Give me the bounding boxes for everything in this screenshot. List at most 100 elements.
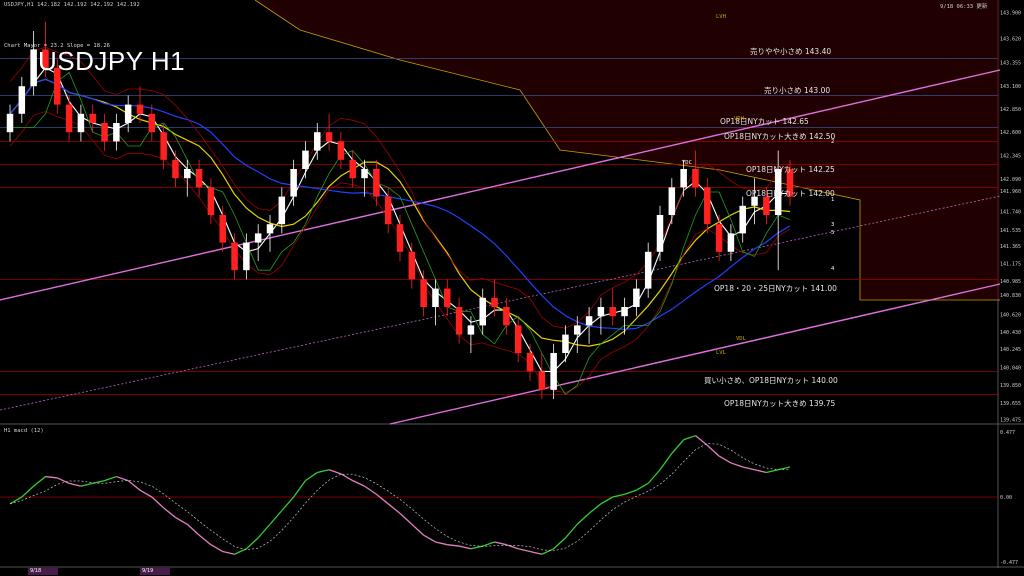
candle-body-20 [243, 242, 250, 271]
candle-body-2 [30, 49, 37, 87]
candle-body-24 [290, 169, 297, 197]
y-tick-7: 142.090 [1000, 177, 1021, 183]
candle-body-39 [467, 325, 475, 335]
candle-body-1 [18, 86, 26, 114]
candle-body-18 [219, 215, 226, 243]
macd-seg-62 [730, 462, 743, 468]
price-chart: 143.900 143.620 143.355 143.100 142.850 142.6… [0, 0, 1024, 568]
candle-body-7 [89, 113, 96, 123]
candle-body-61 [727, 233, 735, 252]
candle-body-32 [384, 196, 392, 225]
macd-seg-19 [222, 550, 235, 555]
candle-body-29 [349, 159, 356, 179]
y-tick-13: 140.985 [1000, 279, 1021, 285]
macd-seg-60 [706, 444, 720, 457]
macd-seg-42 [494, 541, 507, 546]
time-tab-1[interactable]: 9/18 [28, 568, 58, 575]
y-tick-20: 139.655 [1000, 401, 1021, 407]
macd-seg-14 [163, 507, 176, 518]
macd-seg-37 [435, 541, 448, 546]
candle-body-6 [77, 113, 85, 133]
macd-seg-9 [104, 475, 117, 482]
y-tick-12: 141.175 [1000, 261, 1021, 267]
y-tick-5: 142.600 [1000, 130, 1021, 136]
level-label-1: 売り小さめ 143.00 [764, 86, 831, 95]
wave-num-5: 5 [831, 230, 835, 236]
candle-body-12 [148, 113, 156, 133]
candle-body-17 [207, 187, 215, 215]
macd-seg-30 [352, 480, 365, 487]
level-label-8: OP18日NYカット大きめ 139.75 [724, 399, 836, 408]
macd-seg-1 [9, 496, 23, 505]
macd-y-tick-1: 0.00 [1000, 495, 1012, 501]
chart-title: USDJPY H1 [38, 46, 186, 76]
macd-seg-49 [576, 512, 590, 525]
y-tick-1: 143.620 [1000, 36, 1021, 42]
candle-body-10 [124, 104, 132, 123]
macd-seg-12 [139, 489, 153, 498]
macd-seg-57 [671, 439, 685, 454]
time-tab-2[interactable]: 9/19 [140, 568, 170, 575]
y-tick-16: 140.430 [1000, 330, 1021, 336]
macd-seg-29 [340, 473, 354, 482]
lvh-marker: LVH [716, 14, 726, 20]
y-tick-9: 141.740 [1000, 209, 1021, 215]
candle-body-52 [621, 307, 628, 317]
macd-seg-10 [116, 475, 129, 482]
macd-seg-27 [317, 469, 330, 474]
macd-y-tick-0: 0.477 [1000, 430, 1015, 436]
macd-seg-53 [624, 489, 637, 495]
ichimoku-cloud [255, 0, 1000, 300]
macd-seg-61 [718, 455, 732, 464]
timestamp: 9/18 06:33 更新 [940, 4, 988, 10]
candle-body-56 [668, 187, 676, 215]
macd-seg-4 [45, 475, 58, 479]
candle-body-5 [65, 104, 73, 133]
ydc-marker: YDC [682, 160, 692, 166]
level-label-3: OP18日NYカット大きめ 142.50 [724, 132, 836, 141]
macd-seg-34 [399, 512, 413, 525]
wave-num-3: 3 [831, 222, 835, 228]
candle-body-15 [184, 169, 191, 179]
candle-body-21 [254, 233, 262, 243]
candle-body-16 [195, 169, 203, 188]
y-tick-10: 141.535 [1000, 228, 1021, 234]
macd-seg-17 [198, 534, 212, 546]
macd-seg-64 [754, 469, 767, 474]
y-tick-19: 139.850 [1000, 383, 1021, 389]
y-tick-14: 140.830 [1000, 293, 1021, 299]
macd-seg-51 [600, 496, 614, 505]
level-label-0: 売りやや小さめ 143.40 [750, 47, 832, 56]
macd-seg-56 [659, 453, 673, 471]
candle-body-19 [231, 242, 238, 271]
macd-seg-36 [423, 534, 436, 543]
candle-body-9 [113, 123, 120, 142]
candle-body-38 [455, 307, 463, 335]
candle-body-8 [101, 123, 108, 142]
y-tick-15: 140.620 [1000, 312, 1021, 318]
candle-body-36 [432, 288, 439, 307]
candle-body-0 [6, 113, 14, 133]
candle-body-49 [585, 316, 593, 326]
macd-seg-54 [636, 482, 649, 491]
candle-body-46 [550, 353, 557, 390]
macd-seg-28 [328, 469, 342, 475]
lvl-marker: LVL [716, 350, 726, 356]
candle-body-33 [396, 224, 404, 252]
macd-seg-15 [175, 516, 188, 525]
macd-seg-35 [411, 523, 425, 536]
macd-seg-55 [647, 469, 661, 484]
macd-seg-52 [612, 493, 625, 498]
candle-body-30 [361, 169, 368, 179]
macd-seg-40 [470, 545, 483, 550]
candle-body-55 [656, 215, 664, 252]
candle-body-40 [479, 297, 486, 326]
macd-seg-32 [375, 493, 389, 505]
macd-seg-2 [21, 485, 35, 498]
candle-body-27 [325, 132, 333, 142]
macd-seg-13 [151, 496, 165, 509]
macd-y-tick-2: -0.477 [1000, 560, 1018, 566]
level-label-5: OP18日NYカット 142.00 [746, 189, 835, 198]
macd-seg-23 [269, 510, 283, 525]
vdl-marker: VDL [736, 336, 746, 342]
